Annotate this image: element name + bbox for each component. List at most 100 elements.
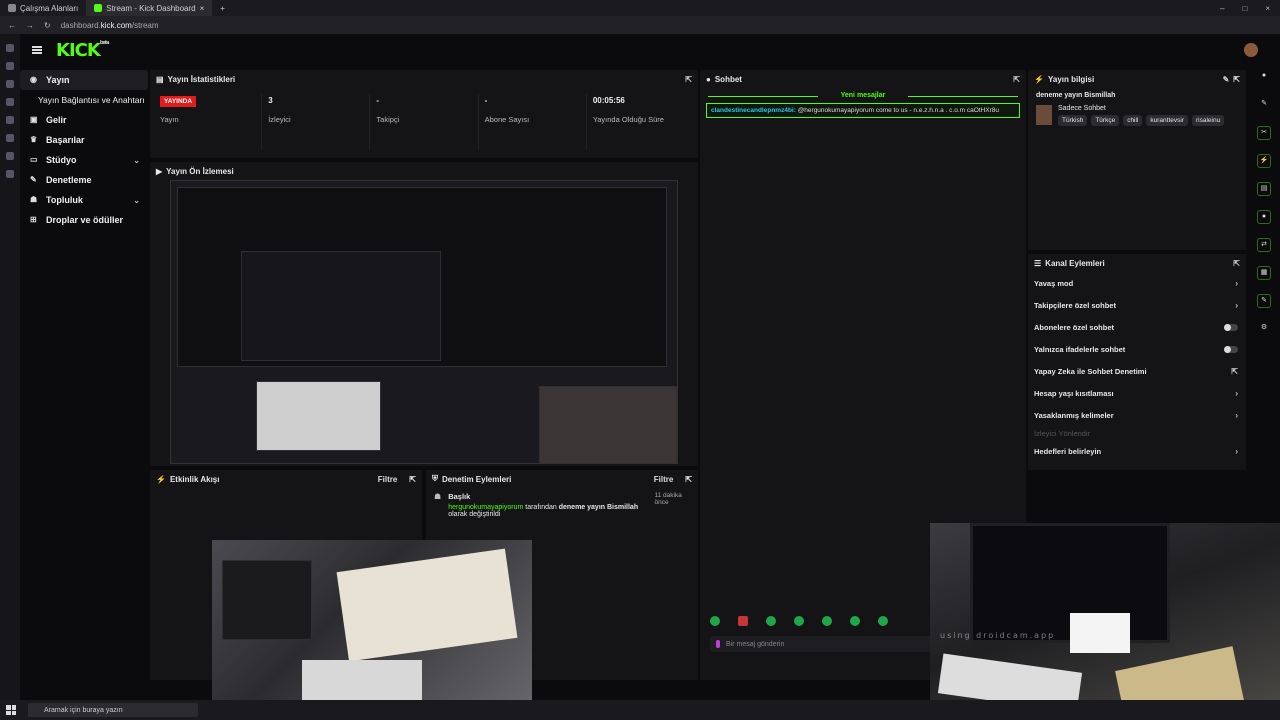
video-icon: ▶ xyxy=(156,166,163,176)
chevron-down-icon: ⌄ xyxy=(133,195,140,205)
browser-tabbar: Çalışma Alanları Stream - Kick Dashboard… xyxy=(0,0,1280,16)
close-window-icon[interactable]: × xyxy=(1265,4,1270,13)
toggle-switch[interactable] xyxy=(1224,323,1238,331)
popout-icon[interactable]: ⇱ xyxy=(1233,75,1240,84)
stat-subscribers: - Abone Sayısı xyxy=(479,94,587,150)
workspaces-icon xyxy=(8,4,16,12)
emote-icon[interactable] xyxy=(738,616,748,626)
live-badge: YAYINDA xyxy=(160,96,197,107)
popout-icon[interactable]: ⇱ xyxy=(1233,259,1240,268)
action-set-goals[interactable]: Hedefleri belirleyin › xyxy=(1028,440,1246,462)
tag[interactable]: chill xyxy=(1123,115,1143,126)
tab-workspaces[interactable]: Çalışma Alanları xyxy=(0,0,86,16)
popout-icon[interactable]: ⇱ xyxy=(1013,75,1020,84)
taskbar-search-input[interactable]: Aramak için buraya yazın xyxy=(28,703,198,717)
tag[interactable]: risaleinu xyxy=(1192,115,1225,126)
reload-icon[interactable]: ↻ xyxy=(44,21,51,30)
sidebar-app-icon[interactable] xyxy=(6,134,14,142)
nav-item-drops[interactable]: ⊞ Droplar ve ödüller xyxy=(20,210,148,230)
action-slow-mode[interactable]: Yavaş mod › xyxy=(1028,272,1246,294)
edit-icon[interactable]: ✎ xyxy=(1223,75,1230,84)
chevron-down-icon: ⌄ xyxy=(133,155,140,165)
edit-icon[interactable]: ✎ xyxy=(1257,98,1271,112)
chat-message[interactable]: clandestinecandlepnmz4bi: @hergunokumaya… xyxy=(706,103,1020,118)
sidebar-app-icon[interactable] xyxy=(6,44,14,52)
windows-start-icon[interactable] xyxy=(6,705,16,715)
sidebar-app-icon[interactable] xyxy=(6,152,14,160)
chevron-right-icon: › xyxy=(1235,446,1238,456)
emote-icon[interactable] xyxy=(822,616,832,626)
chat-icon[interactable]: ● xyxy=(1257,210,1271,224)
forward-icon[interactable]: → xyxy=(26,21,34,30)
kick-logo[interactable]: KICKbeta xyxy=(56,40,110,61)
emote-icon[interactable] xyxy=(766,616,776,626)
tag-list: Türkish Türkçe chill kuranttevsir risale… xyxy=(1058,115,1225,126)
sidebar-app-icon[interactable] xyxy=(6,116,14,124)
panel-title: Denetim Eylemleri xyxy=(442,474,512,484)
bolt-icon[interactable]: ⚡ xyxy=(1257,154,1271,168)
timestamp: 11 dakika önce xyxy=(654,492,682,506)
emote-bar xyxy=(710,616,888,626)
emote-icon[interactable] xyxy=(794,616,804,626)
url-field[interactable]: dashboard.kick.com/stream xyxy=(61,21,159,30)
nav-item-stream[interactable]: ◉ Yayın xyxy=(20,70,148,90)
tab-kick-dashboard[interactable]: Stream - Kick Dashboard × xyxy=(86,0,213,16)
preview-mirror-inner xyxy=(241,251,441,361)
wrench-icon[interactable]: ✎ xyxy=(1257,294,1271,308)
nav-item-community[interactable]: ☗ Topluluk ⌄ xyxy=(20,190,148,210)
stream-preview-video[interactable] xyxy=(170,180,678,464)
bolt-icon: ⚡ xyxy=(156,474,166,484)
stream-stats-panel: ▤ Yayın İstatistikleri ⇱ YAYINDA Yayın 3 İz… xyxy=(150,70,698,158)
sidebar-app-icon[interactable] xyxy=(6,98,14,106)
raid-icon[interactable]: ⇄ xyxy=(1257,238,1271,252)
toggle-switch[interactable] xyxy=(1224,345,1238,353)
nav-item-revenue[interactable]: ▣ Gelir xyxy=(20,110,148,130)
tag[interactable]: Türkçe xyxy=(1091,115,1120,126)
tag[interactable]: kuranttevsir xyxy=(1146,115,1188,126)
stream-preview-panel: ▶ Yayın Ön İzlemesi xyxy=(150,162,698,466)
emote-icon[interactable] xyxy=(710,616,720,626)
popout-icon[interactable]: ⇱ xyxy=(685,75,692,84)
maximize-icon[interactable]: □ xyxy=(1242,4,1247,13)
paper-image xyxy=(1070,613,1130,653)
grid-icon[interactable]: ▦ xyxy=(1257,266,1271,280)
avatar[interactable] xyxy=(1244,43,1258,57)
popout-icon[interactable]: ⇱ xyxy=(409,475,416,484)
info-icon[interactable]: ● xyxy=(1257,70,1271,84)
action-subscribers-only[interactable]: Abonelere özel sohbet xyxy=(1028,316,1246,338)
filter-button[interactable]: Filtre xyxy=(654,475,674,484)
trophy-icon: ♛ xyxy=(30,135,38,144)
action-ai-moderation[interactable]: Yapay Zeka ile Sohbet Denetimi ⇱ xyxy=(1028,360,1246,382)
document-icon[interactable]: ▤ xyxy=(1257,182,1271,196)
action-banned-words[interactable]: Yasaklanmış kelimeler › xyxy=(1028,404,1246,426)
nav-item-stream-key[interactable]: Yayın Bağlantısı ve Anahtarı xyxy=(20,90,148,110)
close-tab-icon[interactable]: × xyxy=(200,4,205,13)
clip-icon[interactable]: ✂ xyxy=(1257,126,1271,140)
new-messages-divider[interactable]: Yeni mesajlar xyxy=(700,92,1026,99)
moderation-entry: ☗ Başlık hergunokumayapiyorum tarafından… xyxy=(426,488,698,522)
settings-icon[interactable]: ⚙ xyxy=(1257,322,1271,336)
sidebar-app-icon[interactable] xyxy=(6,170,14,178)
popout-icon[interactable]: ⇱ xyxy=(685,475,692,484)
tab-label: Çalışma Alanları xyxy=(20,3,79,13)
emote-icon[interactable] xyxy=(878,616,888,626)
tag[interactable]: Türkish xyxy=(1058,115,1088,126)
open-book-image xyxy=(336,548,518,662)
nav-item-moderation[interactable]: ✎ Denetleme xyxy=(20,170,148,190)
sidebar-app-icon[interactable] xyxy=(6,62,14,70)
sidebar-app-icon[interactable] xyxy=(6,80,14,88)
back-icon[interactable]: ← xyxy=(8,21,16,30)
menu-icon[interactable] xyxy=(32,46,42,54)
minimize-icon[interactable]: – xyxy=(1220,4,1224,13)
panel-title: Yayın bilgisi xyxy=(1047,74,1095,84)
nav-item-achievements[interactable]: ♛ Başarılar xyxy=(20,130,148,150)
action-followers-only[interactable]: Takipçilere özel sohbet › xyxy=(1028,294,1246,316)
new-tab-button[interactable]: + xyxy=(212,0,233,16)
taskbar: Aramak için buraya yazın xyxy=(0,700,1280,720)
filter-button[interactable]: Filtre xyxy=(378,475,398,484)
nav-item-studio[interactable]: ▭ Stüdyo ⌄ xyxy=(20,150,148,170)
emote-icon[interactable] xyxy=(850,616,860,626)
info-icon: ⚡ xyxy=(1034,74,1044,84)
action-emote-only[interactable]: Yalnızca ifadelerle sohbet xyxy=(1028,338,1246,360)
action-account-age[interactable]: Hesap yaşı kısıtlaması › xyxy=(1028,382,1246,404)
